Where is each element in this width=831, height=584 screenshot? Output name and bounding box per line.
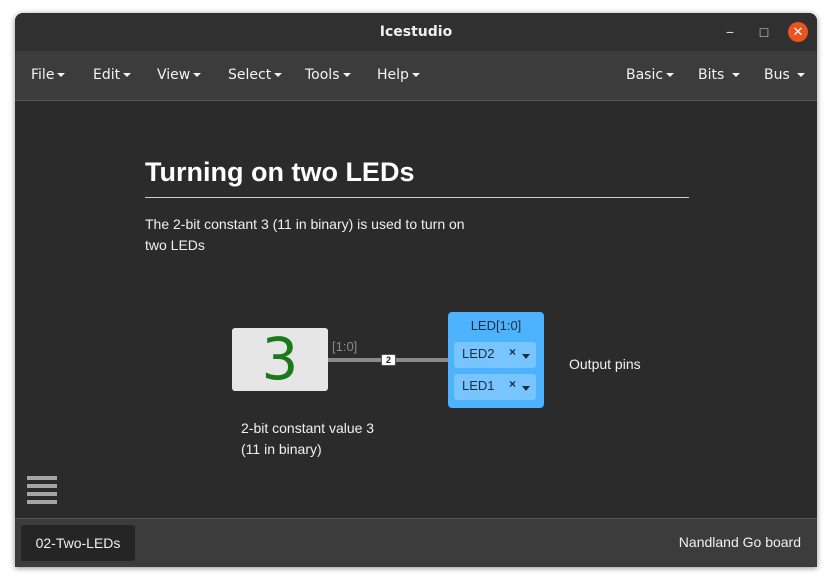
constant-caption-line1: 2-bit constant value 3 [241,420,375,436]
constant-caption: 2-bit constant value 3 (11 in binary) [241,418,374,460]
app-window: Icestudio − □ ✕ File Edit View Select To… [15,13,817,567]
menu-file[interactable]: File [31,67,66,83]
clear-icon[interactable]: × [509,345,516,359]
constant-caption-line2: (11 in binary) [241,441,322,457]
menu-select-label: Select [228,67,272,83]
pin-name: LED1 [462,378,495,393]
menu-select[interactable]: Select [228,67,283,83]
clear-icon[interactable]: × [509,377,516,391]
minimize-icon[interactable]: − [720,22,740,42]
chevron-down-icon [193,73,202,77]
menu-help-label: Help [377,67,409,83]
output-pins-label: Output pins [569,356,641,372]
maximize-icon[interactable]: □ [754,22,774,42]
hamburger-icon[interactable] [27,476,57,504]
menu-help[interactable]: Help [377,67,420,83]
menu-view[interactable]: View [157,67,202,83]
menu-bits-label: Bits [698,67,725,83]
wire-size-badge: 2 [381,354,396,366]
menu-file-label: File [31,67,55,83]
design-canvas[interactable]: Turning on two LEDs The 2-bit constant 3… [15,102,817,518]
menu-bits[interactable]: Bits [698,67,740,83]
pin-select-led1[interactable]: LED1 × [454,374,536,400]
menu-tools-label: Tools [305,67,340,83]
board-selector[interactable]: Nandland Go board [679,534,801,550]
menu-bus-label: Bus [764,67,790,83]
chevron-down-icon [274,73,283,77]
menu-edit[interactable]: Edit [93,67,132,83]
info-description: The 2-bit constant 3 (11 in binary) is u… [145,216,465,253]
window-title: Icestudio [379,24,453,40]
chevron-down-icon [411,73,420,77]
heading-divider [145,197,689,198]
menu-basic[interactable]: Basic [626,67,675,83]
constant-value: 3 [261,325,299,393]
tab-02-two-leds[interactable]: 02-Two-LEDs [21,525,135,561]
chevron-down-icon [57,73,66,77]
status-bar: 02-Two-LEDs Nandland Go board [15,518,817,567]
pin-select-led2[interactable]: LED2 × [454,342,536,368]
chevron-down-icon[interactable] [522,354,530,359]
output-block-title: LED[1:0] [470,318,522,333]
menu-basic-label: Basic [626,67,664,83]
pin-name: LED2 [462,346,495,361]
constant-block[interactable]: 3 [232,328,328,391]
menu-view-label: View [157,67,191,83]
title-bar[interactable]: Icestudio − □ ✕ [15,13,817,51]
output-pins-block[interactable]: LED[1:0] LED2 × LED1 × [448,312,544,408]
chevron-down-icon [342,73,351,77]
chevron-down-icon [731,73,740,77]
menu-bus[interactable]: Bus [764,67,806,83]
menu-bar: File Edit View Select Tools Help Basic B… [15,51,817,101]
chevron-down-icon [797,73,806,77]
chevron-down-icon [123,73,132,77]
chevron-down-icon [666,73,675,77]
wire-range-label: [1:0] [332,339,358,354]
close-icon[interactable]: ✕ [788,22,808,42]
info-heading: Turning on two LEDs [145,157,415,187]
menu-edit-label: Edit [93,67,121,83]
chevron-down-icon[interactable] [522,386,530,391]
menu-tools[interactable]: Tools [305,67,351,83]
